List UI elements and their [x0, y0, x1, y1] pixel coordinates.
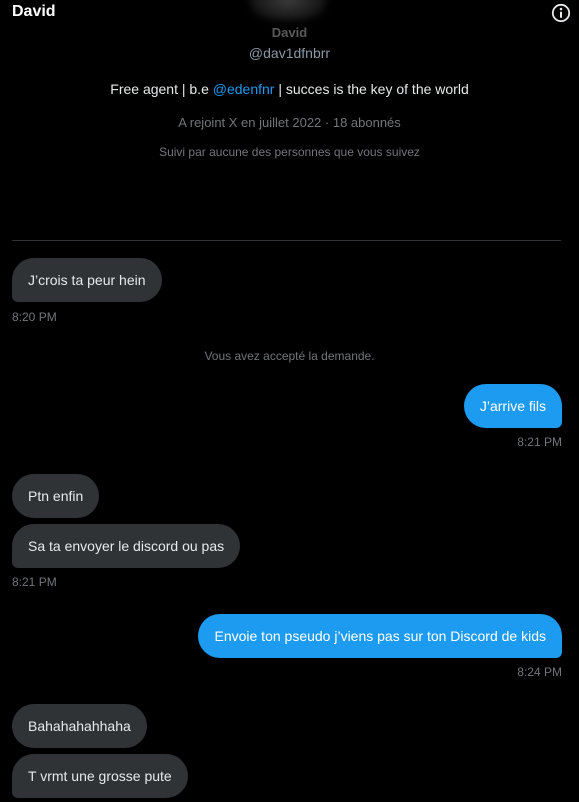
bio-text-end: | succes is the key of the world: [274, 81, 469, 97]
profile-handle[interactable]: @dav1dfnbrr: [0, 45, 579, 61]
profile-followed-by: Suivi par aucune des personnes que vous …: [159, 145, 420, 159]
message-bubble[interactable]: J’arrive fils: [463, 384, 562, 428]
info-button[interactable]: [551, 3, 571, 23]
message-timestamp: 8:21 PM: [517, 435, 562, 449]
message-bubble[interactable]: Sa ta envoyer le discord ou pas: [12, 524, 241, 568]
bio-mention-link[interactable]: @edenfnr: [213, 81, 275, 97]
profile-divider: [12, 240, 561, 241]
message-bubble[interactable]: Bahahahahhaha: [12, 704, 147, 748]
profile-joined-info: A rejoint X en juillet 2022 · 18 abonnés: [178, 115, 401, 130]
message-timestamp: 8:24 PM: [517, 665, 562, 679]
message-bubble[interactable]: T vrmt une grosse pute: [12, 754, 188, 798]
bio-text-start: Free agent | b.e: [110, 81, 213, 97]
message-bubble[interactable]: J’crois ta peur hein: [12, 258, 162, 302]
info-circle-icon: [551, 3, 571, 23]
avatar[interactable]: [248, 0, 328, 22]
message-bubble[interactable]: Envoie ton pseudo j’viens pas sur ton Di…: [198, 614, 562, 658]
conversation-title: David: [12, 3, 56, 20]
message-timestamp: 8:20 PM: [12, 310, 57, 324]
profile-name: David: [271, 25, 308, 40]
message-bubble[interactable]: Ptn enfin: [12, 474, 100, 518]
profile-bio: Free agent | b.e @edenfnr | succes is th…: [0, 81, 579, 97]
message-timestamp: 8:21 PM: [12, 575, 57, 589]
system-message: Vous avez accepté la demande.: [204, 349, 375, 363]
